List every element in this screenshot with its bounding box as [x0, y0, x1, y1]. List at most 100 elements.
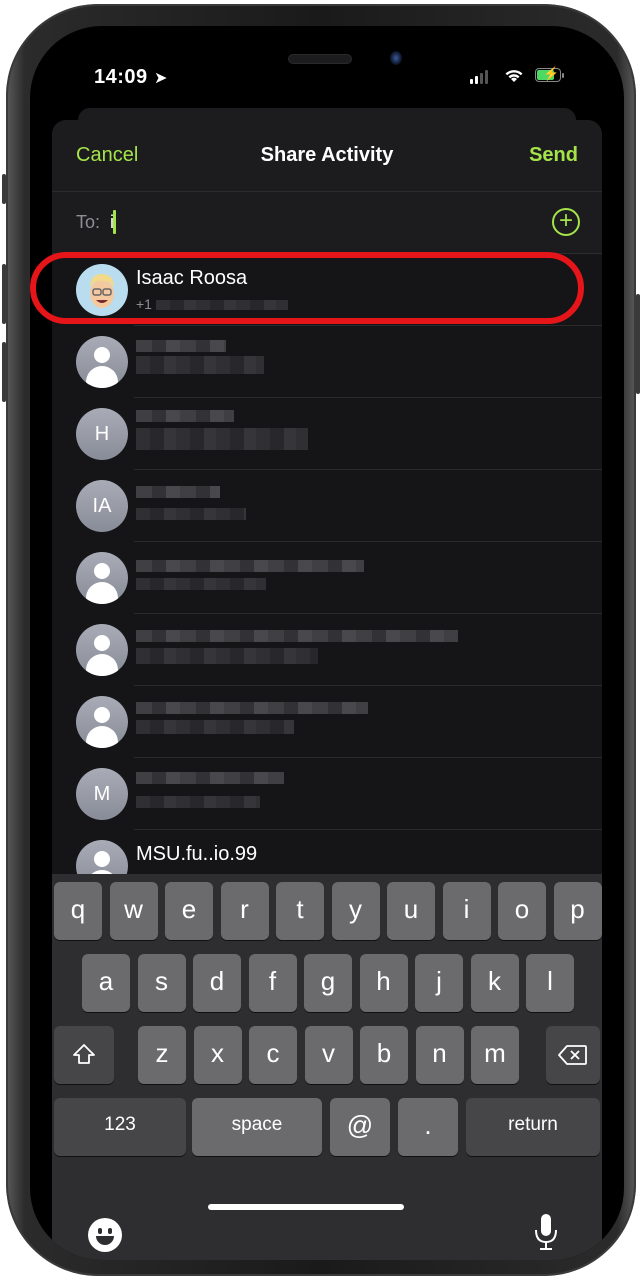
key-g[interactable]: g	[304, 954, 352, 1012]
blurred-contact-detail	[136, 578, 266, 590]
person-placeholder-icon	[76, 696, 128, 748]
blurred-contact-name	[136, 560, 364, 572]
delete-key[interactable]	[546, 1026, 600, 1084]
space-key[interactable]: space	[192, 1098, 322, 1156]
shift-key[interactable]	[54, 1026, 114, 1084]
home-indicator[interactable]	[208, 1204, 404, 1210]
memoji-avatar	[76, 264, 128, 316]
contact-row[interactable]	[52, 686, 602, 758]
blurred-phone-number	[156, 300, 288, 310]
contact-name: Isaac Roosa	[136, 267, 248, 289]
nav-bar: Cancel Share Activity Send	[52, 120, 602, 192]
blurred-contact-detail	[136, 428, 308, 450]
keyboard-row-4: 123 space @ . return	[52, 1098, 602, 1156]
key-h[interactable]: h	[359, 954, 408, 1012]
status-time: 14:09	[94, 66, 148, 88]
wifi-icon	[505, 70, 523, 82]
numbers-key[interactable]: 123	[54, 1098, 186, 1156]
contact-row[interactable]	[52, 614, 602, 686]
key-d[interactable]: d	[193, 954, 241, 1012]
initials-avatar: IA	[76, 480, 128, 532]
contact-row[interactable]: M	[52, 758, 602, 830]
initials-avatar: M	[76, 768, 128, 820]
key-l[interactable]: l	[526, 954, 574, 1012]
keyboard: qwertyuiop asdfghjkl zxcvbnm 123 space @…	[52, 874, 602, 1260]
period-key[interactable]: .	[398, 1098, 458, 1156]
blurred-contact-name	[136, 702, 368, 714]
return-key[interactable]: return	[466, 1098, 600, 1156]
recipient-input[interactable]	[110, 206, 510, 238]
power-button	[636, 294, 640, 394]
front-camera	[390, 51, 402, 65]
key-f[interactable]: f	[248, 954, 297, 1012]
person-placeholder-icon	[76, 336, 128, 388]
blurred-contact-detail	[136, 356, 264, 374]
person-placeholder-icon	[76, 552, 128, 604]
key-e[interactable]: e	[165, 882, 213, 940]
earpiece-speaker	[288, 54, 352, 64]
send-button[interactable]: Send	[529, 144, 578, 167]
location-arrow-icon: ➤	[154, 70, 168, 87]
screen: 14:09 ➤ ⚡ Cancel Share Activity Send To:…	[30, 26, 624, 1260]
contact-phone: +1	[136, 296, 152, 312]
key-p[interactable]: p	[553, 882, 602, 940]
status-bar: 14:09 ➤ ⚡	[30, 66, 624, 94]
contact-row[interactable]: IA	[52, 470, 602, 542]
key-o[interactable]: o	[498, 882, 546, 940]
blurred-contact-detail	[136, 720, 294, 734]
blurred-contact-name	[136, 772, 284, 784]
microphone-icon[interactable]	[532, 1212, 560, 1252]
blurred-contact-name	[136, 340, 226, 352]
battery-tip	[562, 73, 564, 78]
page-title: Share Activity	[260, 144, 394, 166]
emoji-icon[interactable]	[88, 1218, 122, 1252]
recipient-field-row: To: +	[52, 192, 602, 254]
keyboard-row-1: qwertyuiop	[52, 882, 602, 940]
text-cursor	[113, 210, 116, 234]
key-m[interactable]: m	[471, 1026, 519, 1084]
volume-up-button	[2, 264, 6, 324]
battery-charging-icon: ⚡	[535, 66, 561, 82]
blurred-contact-detail	[136, 796, 260, 808]
keyboard-row-2: asdfghjkl	[52, 954, 602, 1012]
key-u[interactable]: u	[387, 882, 435, 940]
key-a[interactable]: a	[82, 954, 130, 1012]
contact-row[interactable]	[52, 542, 602, 614]
share-activity-sheet: Cancel Share Activity Send To: +	[52, 120, 602, 1260]
blurred-contact-name	[136, 486, 220, 498]
contact-row-isaac-roosa[interactable]: Isaac Roosa +1	[52, 254, 602, 326]
delete-backspace-icon	[558, 1045, 587, 1065]
blurred-contact-name	[136, 410, 234, 422]
key-w[interactable]: w	[109, 882, 158, 940]
blurred-contact-detail	[136, 508, 246, 520]
key-x[interactable]: x	[193, 1026, 242, 1084]
blurred-contact-name	[136, 630, 458, 642]
key-i[interactable]: i	[442, 882, 491, 940]
volume-down-button	[2, 342, 6, 402]
shift-icon	[73, 1044, 95, 1064]
contact-suggestions-list: Isaac Roosa +1 H IA M MSU.fu..io.99	[52, 254, 602, 902]
key-t[interactable]: t	[276, 882, 324, 940]
key-q[interactable]: q	[54, 882, 102, 940]
key-z[interactable]: z	[138, 1026, 186, 1084]
key-b[interactable]: b	[360, 1026, 408, 1084]
key-c[interactable]: c	[249, 1026, 297, 1084]
key-k[interactable]: k	[470, 954, 519, 1012]
contact-name: MSU.fu..io.99	[136, 843, 258, 865]
blurred-contact-detail	[136, 648, 318, 664]
contact-row[interactable]	[52, 326, 602, 398]
cellular-signal-icon	[470, 70, 488, 84]
at-key[interactable]: @	[330, 1098, 390, 1156]
phone-frame: 14:09 ➤ ⚡ Cancel Share Activity Send To:…	[2, 4, 640, 1276]
key-s[interactable]: s	[137, 954, 186, 1012]
keyboard-row-3: zxcvbnm	[52, 1026, 602, 1084]
to-label: To:	[76, 212, 101, 232]
key-n[interactable]: n	[415, 1026, 464, 1084]
key-v[interactable]: v	[304, 1026, 353, 1084]
contact-row[interactable]: H	[52, 398, 602, 470]
key-j[interactable]: j	[415, 954, 463, 1012]
key-y[interactable]: y	[331, 882, 380, 940]
add-contact-icon[interactable]: +	[552, 208, 580, 236]
person-placeholder-icon	[76, 624, 128, 676]
key-r[interactable]: r	[220, 882, 269, 940]
